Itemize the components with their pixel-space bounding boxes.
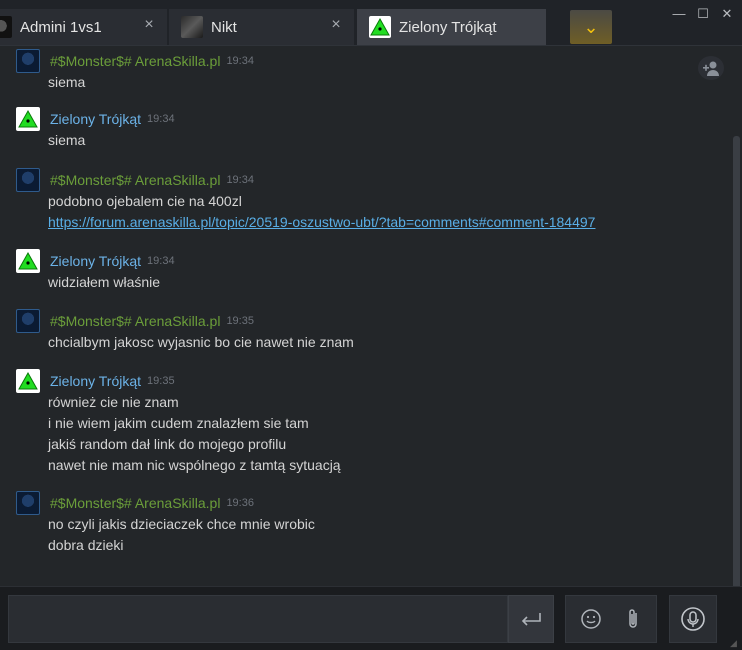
- message-group: Zielony Trójkąt 19:34 siema: [16, 107, 706, 151]
- message-time: 19:34: [226, 174, 254, 186]
- message-composer: ◢: [0, 586, 742, 650]
- tab-nikt[interactable]: Nikt ×: [169, 9, 354, 45]
- message-time: 19:34: [147, 255, 175, 267]
- maximize-button[interactable]: ☐: [695, 6, 711, 22]
- close-tab-icon[interactable]: ×: [141, 16, 157, 34]
- voice-chat-button[interactable]: [669, 595, 717, 643]
- message-time: 19:35: [226, 315, 254, 327]
- message-text: no czyli jakis dzieciaczek chce mnie wro…: [48, 516, 315, 532]
- chevron-down-icon: ⌄: [583, 17, 599, 37]
- sender-name[interactable]: Zielony Trójkąt: [50, 253, 141, 269]
- close-window-button[interactable]: ✕: [719, 6, 735, 22]
- sender-name[interactable]: #$Monster$# ArenaSkilla.pl: [50, 495, 220, 511]
- message-group: Zielony Trójkąt 19:35 również cie nie zn…: [16, 369, 706, 476]
- sender-name[interactable]: Zielony Trójkąt: [50, 373, 141, 389]
- green-triangle-avatar-icon[interactable]: [16, 107, 40, 131]
- message-header: Zielony Trójkąt 19:35: [16, 369, 706, 393]
- message-text: podobno ojebalem cie na 400zl: [48, 193, 242, 209]
- message-header: #$Monster$# ArenaSkilla.pl 19:36: [16, 491, 706, 515]
- message-time: 19:36: [226, 497, 254, 509]
- sender-name[interactable]: #$Monster$# ArenaSkilla.pl: [50, 172, 220, 188]
- message-text: chcialbym jakosc wyjasnic bo cie nawet n…: [48, 334, 354, 350]
- message-text: nawet nie mam nic wspólnego z tamtą sytu…: [48, 457, 341, 473]
- message-group: Zielony Trójkąt 19:34 widziałem właśnie: [16, 249, 706, 293]
- voice-chat-icon: [681, 607, 705, 631]
- chat-log: #$Monster$# ArenaSkilla.pl 19:34 siema Z…: [0, 46, 742, 586]
- sender-name[interactable]: #$Monster$# ArenaSkilla.pl: [50, 313, 220, 329]
- tab-label: Nikt: [211, 18, 237, 36]
- message-header: #$Monster$# ArenaSkilla.pl 19:34: [16, 168, 706, 192]
- emoticon-button[interactable]: [572, 600, 610, 638]
- message-time: 19:34: [147, 113, 175, 125]
- message-text: dobra dzieki: [48, 537, 124, 553]
- green-triangle-avatar-icon[interactable]: [16, 369, 40, 393]
- resize-grip-icon[interactable]: ◢: [730, 638, 740, 648]
- message-text: siema: [48, 132, 86, 148]
- user-avatar-icon: [181, 16, 203, 38]
- message-header: Zielony Trójkąt 19:34: [16, 107, 706, 131]
- message-group: #$Monster$# ArenaSkilla.pl 19:34 podobno…: [16, 168, 706, 233]
- smiley-icon: [581, 609, 601, 629]
- sender-name[interactable]: Zielony Trójkąt: [50, 111, 141, 127]
- paperclip-icon: [629, 609, 637, 628]
- message-group: #$Monster$# ArenaSkilla.pl 19:34 siema: [16, 49, 706, 93]
- message-group: #$Monster$# ArenaSkilla.pl 19:35 chcialb…: [16, 309, 706, 353]
- group-avatar-icon: [0, 16, 12, 38]
- tab-dropdown-button[interactable]: ⌄: [570, 10, 612, 44]
- message-time: 19:35: [147, 375, 175, 387]
- tab-admini-1vs1[interactable]: Admini 1vs1 ×: [0, 9, 167, 45]
- sender-name[interactable]: #$Monster$# ArenaSkilla.pl: [50, 53, 220, 69]
- tab-zielony-trojkat[interactable]: Zielony Trójkąt: [357, 9, 546, 45]
- close-tab-icon[interactable]: ×: [328, 16, 344, 34]
- green-triangle-avatar-icon: [369, 16, 391, 38]
- send-enter-icon: [521, 613, 541, 626]
- message-text: widziałem właśnie: [48, 274, 161, 290]
- minimize-button[interactable]: —: [671, 6, 687, 22]
- message-group: #$Monster$# ArenaSkilla.pl 19:36 no czyl…: [16, 491, 706, 556]
- message-header: #$Monster$# ArenaSkilla.pl 19:35: [16, 309, 706, 333]
- tab-label: Admini 1vs1: [20, 18, 102, 36]
- green-triangle-avatar-icon[interactable]: [16, 249, 40, 273]
- attach-button[interactable]: [614, 600, 652, 638]
- message-text: jakiś random dał link do mojego profilu: [48, 436, 287, 452]
- message-header: #$Monster$# ArenaSkilla.pl 19:34: [16, 49, 706, 73]
- message-link[interactable]: https://forum.arenaskilla.pl/topic/20519…: [48, 212, 706, 233]
- user-avatar-icon[interactable]: [16, 491, 40, 515]
- composer-tools: [565, 595, 657, 643]
- message-header: Zielony Trójkąt 19:34: [16, 249, 706, 273]
- chat-scrollbar[interactable]: [733, 136, 740, 586]
- message-input[interactable]: [8, 595, 508, 643]
- user-avatar-icon[interactable]: [16, 49, 40, 73]
- tab-bar: Admini 1vs1 × Nikt × Zielony Trójkąt ⌄ —…: [0, 0, 742, 46]
- message-time: 19:34: [226, 55, 254, 67]
- message-text: i nie wiem jakim cudem znalazłem sie tam: [48, 415, 309, 431]
- send-button[interactable]: [508, 595, 554, 643]
- message-text: również cie nie znam: [48, 394, 179, 410]
- user-avatar-icon[interactable]: [16, 309, 40, 333]
- user-avatar-icon[interactable]: [16, 168, 40, 192]
- tab-label: Zielony Trójkąt: [399, 18, 497, 36]
- message-text: siema: [48, 74, 86, 90]
